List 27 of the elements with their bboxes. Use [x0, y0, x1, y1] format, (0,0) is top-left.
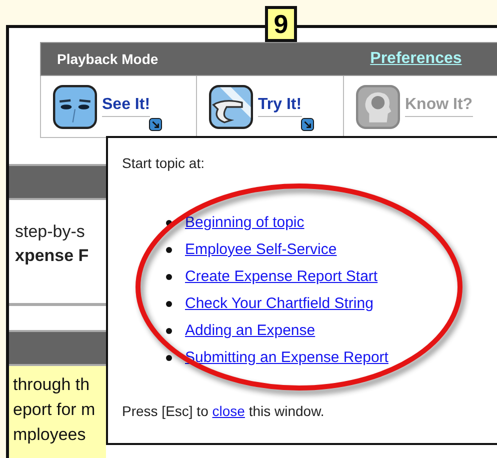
close-instruction: Press [Esc] to close this window. — [122, 403, 326, 419]
topic-link[interactable]: Employee Self-Service — [185, 241, 337, 258]
mode-button[interactable]: See It! — [41, 76, 197, 137]
topic-link[interactable]: Create Expense Report Start — [185, 268, 378, 285]
topic-link[interactable]: Adding an Expense — [185, 322, 316, 339]
preferences-link[interactable]: Preferences — [370, 50, 462, 68]
bullet-icon — [166, 354, 172, 360]
bullet-icon — [166, 274, 172, 280]
body-text: step-by-s — [15, 221, 86, 243]
bullet-icon — [166, 246, 172, 252]
body-text: xpense F — [15, 245, 90, 267]
topic-link[interactable]: Beginning of topic — [185, 214, 304, 231]
note-text: eport for m — [13, 399, 96, 421]
bullet-icon — [166, 328, 172, 334]
head-question-icon — [356, 84, 400, 128]
popup-heading: Start topic at: — [122, 155, 206, 171]
face-icon — [53, 84, 97, 128]
arrow-icon — [300, 118, 314, 131]
topic-link[interactable]: Submitting an Expense Report — [185, 349, 388, 366]
toolbar-title: Playback Mode — [57, 51, 158, 67]
close-link[interactable]: close — [212, 403, 245, 419]
step-number-badge: 9 — [265, 6, 297, 42]
bullet-icon — [166, 300, 172, 306]
topic-link[interactable]: Check Your Chartfield String — [185, 295, 374, 312]
note-text: mployees — [13, 424, 87, 446]
pointing-hand-icon — [209, 84, 253, 128]
note-text: through th — [13, 374, 91, 396]
